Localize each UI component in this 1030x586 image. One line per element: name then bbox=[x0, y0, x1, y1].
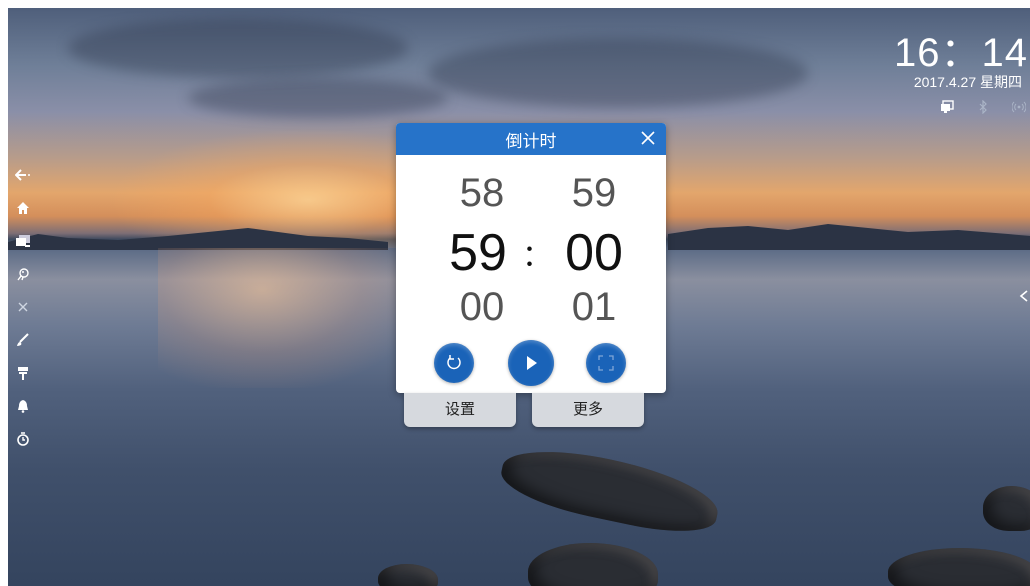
rock bbox=[983, 486, 1030, 531]
cloud bbox=[428, 38, 808, 108]
dialog-title: 倒计时 bbox=[505, 131, 557, 151]
bell-icon[interactable] bbox=[12, 389, 34, 422]
status-icons bbox=[940, 99, 1027, 117]
play-button[interactable] bbox=[508, 340, 554, 386]
rock bbox=[378, 564, 438, 586]
timer-icon[interactable] bbox=[12, 422, 34, 455]
clock-date: 2017.4.27 星期四 bbox=[913, 74, 1022, 90]
minutes-next[interactable]: 00 bbox=[442, 285, 522, 330]
reset-button[interactable] bbox=[434, 343, 474, 383]
home-icon[interactable] bbox=[12, 191, 34, 224]
cloud bbox=[188, 78, 448, 118]
countdown-dialog: 倒计时 58 59 59 ： 00 00 01 bbox=[396, 123, 666, 393]
clock-time: 16：14 bbox=[894, 31, 1028, 75]
left-toolbar bbox=[12, 158, 34, 455]
control-buttons bbox=[396, 339, 666, 387]
dialog-header: 倒计时 bbox=[396, 123, 666, 155]
countdown-picker[interactable]: 58 59 59 ： 00 00 01 bbox=[396, 155, 666, 329]
brush-icon[interactable] bbox=[12, 323, 34, 356]
screen-share-icon[interactable] bbox=[940, 100, 954, 117]
time-separator: ： bbox=[522, 240, 552, 273]
close-icon bbox=[641, 131, 655, 145]
close-icon[interactable] bbox=[12, 290, 34, 323]
rock bbox=[888, 548, 1030, 586]
reset-icon bbox=[447, 355, 461, 370]
more-button[interactable]: 更多 bbox=[532, 393, 644, 427]
rock bbox=[528, 543, 658, 586]
fullscreen-button[interactable] bbox=[586, 343, 626, 383]
pet-icon[interactable] bbox=[12, 257, 34, 290]
seconds-next[interactable]: 01 bbox=[554, 285, 634, 330]
play-icon bbox=[527, 356, 537, 370]
minutes-value[interactable]: 59 bbox=[438, 223, 518, 283]
back-icon[interactable] bbox=[12, 158, 34, 191]
desktop-wallpaper: 16：14 2017.4.27 星期四 倒计时 58 59 59 ： 00 00… bbox=[8, 8, 1030, 586]
sun-reflection bbox=[158, 248, 418, 388]
wireless-icon[interactable] bbox=[1011, 101, 1027, 116]
windows-icon[interactable] bbox=[12, 224, 34, 257]
paint-roller-icon[interactable] bbox=[12, 356, 34, 389]
fullscreen-icon bbox=[598, 355, 614, 371]
seconds-prev[interactable]: 59 bbox=[554, 171, 634, 216]
minutes-prev[interactable]: 58 bbox=[442, 171, 522, 216]
seconds-value[interactable]: 00 bbox=[554, 223, 634, 283]
rock bbox=[496, 437, 724, 543]
bluetooth-icon[interactable] bbox=[978, 99, 988, 117]
right-drawer-handle[interactable] bbox=[1018, 290, 1030, 306]
settings-button[interactable]: 设置 bbox=[404, 393, 516, 427]
cloud bbox=[68, 18, 408, 78]
close-button[interactable] bbox=[638, 129, 658, 149]
